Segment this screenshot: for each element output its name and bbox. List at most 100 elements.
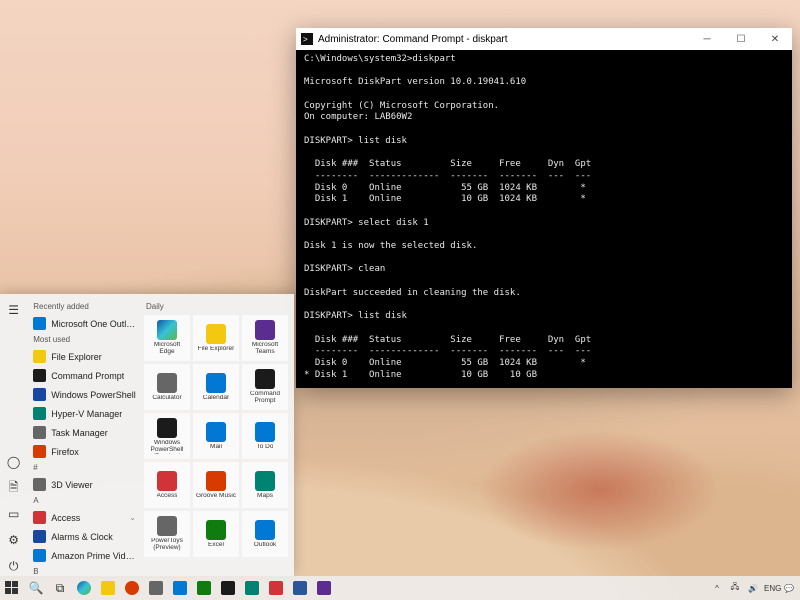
tile-label: PowerToys (Preview) bbox=[146, 538, 188, 552]
rail-power-icon[interactable]: ⏻ bbox=[4, 556, 24, 576]
app-list-item[interactable]: Microsoft One Outlook bbox=[29, 314, 140, 333]
tile-icon bbox=[255, 320, 275, 340]
start-tile[interactable]: Groove Music bbox=[193, 462, 239, 508]
app-label: Firefox bbox=[51, 447, 79, 457]
app-icon bbox=[173, 581, 187, 595]
maximize-button[interactable]: ☐ bbox=[724, 28, 758, 50]
tile-label: Access bbox=[157, 493, 178, 500]
start-tile[interactable]: Maps bbox=[242, 462, 288, 508]
taskbar-taskview-button[interactable]: ⧉ bbox=[48, 576, 72, 600]
app-list-item[interactable]: Firefox bbox=[29, 442, 140, 461]
app-list-item[interactable]: Hyper-V Manager bbox=[29, 404, 140, 423]
app-icon bbox=[293, 581, 307, 595]
app-icon bbox=[33, 478, 46, 491]
taskview-icon: ⧉ bbox=[53, 581, 67, 595]
app-icon bbox=[33, 445, 46, 458]
start-app-list[interactable]: Recently added Microsoft One Outlook Mos… bbox=[27, 294, 142, 576]
app-icon bbox=[245, 581, 259, 595]
system-tray[interactable]: ^ 🖧 🔊 ENG 💬 bbox=[710, 581, 800, 595]
app-icon bbox=[33, 530, 46, 543]
alpha-header[interactable]: # bbox=[29, 461, 140, 475]
tray-language[interactable]: ENG bbox=[764, 584, 778, 593]
tile-label: Calculator bbox=[152, 395, 181, 402]
tile-label: Outlook bbox=[254, 542, 276, 549]
taskbar-app-3[interactable] bbox=[192, 576, 216, 600]
tile-label: Microsoft Teams bbox=[244, 342, 286, 356]
taskbar-app-1[interactable] bbox=[144, 576, 168, 600]
app-list-item[interactable]: File Explorer bbox=[29, 347, 140, 366]
app-list-item[interactable]: Task Manager bbox=[29, 423, 140, 442]
taskbar-app-5[interactable] bbox=[240, 576, 264, 600]
taskbar-app-7[interactable] bbox=[288, 576, 312, 600]
start-tile[interactable]: PowerToys (Preview) bbox=[144, 511, 190, 557]
app-label: Command Prompt bbox=[51, 371, 124, 381]
start-tile[interactable]: Calendar bbox=[193, 364, 239, 410]
rail-user-icon[interactable]: ◯ bbox=[4, 452, 24, 472]
taskbar-edge[interactable] bbox=[72, 576, 96, 600]
app-icon bbox=[221, 581, 235, 595]
tray-network-icon[interactable]: 🖧 bbox=[728, 581, 742, 595]
app-icon bbox=[33, 549, 46, 562]
app-label: Task Manager bbox=[51, 428, 108, 438]
app-label: 3D Viewer bbox=[51, 480, 92, 490]
chevron-down-icon: ⌄ bbox=[129, 513, 136, 522]
app-list-item[interactable]: Windows PowerShell bbox=[29, 385, 140, 404]
alpha-header[interactable]: A bbox=[29, 494, 140, 508]
tray-chevron-icon[interactable]: ^ bbox=[710, 584, 724, 593]
tile-icon bbox=[206, 373, 226, 393]
start-tile[interactable]: Outlook bbox=[242, 511, 288, 557]
close-button[interactable]: ✕ bbox=[758, 28, 792, 50]
cmd-output[interactable]: C:\Windows\system32>diskpart Microsoft D… bbox=[296, 50, 792, 388]
tile-icon bbox=[206, 471, 226, 491]
most-used-header: Most used bbox=[29, 333, 140, 347]
app-icon bbox=[33, 388, 46, 401]
start-tile[interactable]: Calculator bbox=[144, 364, 190, 410]
rail-settings-icon[interactable]: ⚙ bbox=[4, 530, 24, 550]
taskbar-search-button[interactable]: 🔍 bbox=[24, 576, 48, 600]
cmd-titlebar[interactable]: > Administrator: Command Prompt - diskpa… bbox=[296, 28, 792, 50]
tile-icon bbox=[157, 418, 177, 438]
tile-label: Groove Music bbox=[196, 493, 236, 500]
start-tile[interactable]: Microsoft Edge bbox=[144, 315, 190, 361]
taskbar-app-4[interactable] bbox=[216, 576, 240, 600]
tray-volume-icon[interactable]: 🔊 bbox=[746, 584, 760, 593]
app-icon bbox=[33, 350, 46, 363]
edge-icon bbox=[77, 581, 91, 595]
start-button[interactable] bbox=[0, 576, 24, 600]
start-tiles: Daily Microsoft EdgeFile ExplorerMicroso… bbox=[142, 294, 294, 576]
start-rail: ☰ ◯ 🗎 ▭ ⚙ ⏻ bbox=[0, 294, 27, 576]
app-list-item[interactable]: 3D Viewer bbox=[29, 475, 140, 494]
taskbar-app-6[interactable] bbox=[264, 576, 288, 600]
rail-documents-icon[interactable]: 🗎 bbox=[4, 478, 24, 498]
cmd-icon: > bbox=[300, 32, 314, 46]
taskbar-app-8[interactable] bbox=[312, 576, 336, 600]
rail-expand-button[interactable]: ☰ bbox=[4, 300, 24, 320]
tile-label: Microsoft Edge bbox=[146, 342, 188, 356]
taskbar-firefox[interactable] bbox=[120, 576, 144, 600]
app-list-item[interactable]: Alarms & Clock bbox=[29, 527, 140, 546]
start-tile[interactable]: Microsoft Teams bbox=[242, 315, 288, 361]
start-tile[interactable]: Access bbox=[144, 462, 190, 508]
recent-header: Recently added bbox=[29, 300, 140, 314]
app-list-item[interactable]: Amazon Prime Video for Windows bbox=[29, 546, 140, 565]
start-tile[interactable]: Windows PowerShell (Preview) bbox=[144, 413, 190, 459]
tray-notifications-icon[interactable]: 💬 bbox=[782, 584, 796, 593]
minimize-button[interactable]: ─ bbox=[690, 28, 724, 50]
start-tile[interactable]: To Do bbox=[242, 413, 288, 459]
tile-icon bbox=[206, 520, 226, 540]
rail-pictures-icon[interactable]: ▭ bbox=[4, 504, 24, 524]
start-tile[interactable]: Excel bbox=[193, 511, 239, 557]
app-list-item[interactable]: Access⌄ bbox=[29, 508, 140, 527]
command-prompt-window: > Administrator: Command Prompt - diskpa… bbox=[296, 28, 792, 388]
tile-icon bbox=[206, 324, 226, 344]
taskbar-explorer[interactable] bbox=[96, 576, 120, 600]
firefox-icon bbox=[125, 581, 139, 595]
start-tile[interactable]: Mail bbox=[193, 413, 239, 459]
start-tile[interactable]: File Explorer bbox=[193, 315, 239, 361]
app-list-item[interactable]: Command Prompt bbox=[29, 366, 140, 385]
app-label: File Explorer bbox=[51, 352, 102, 362]
alpha-header[interactable]: B bbox=[29, 565, 140, 576]
start-tile[interactable]: Command Prompt bbox=[242, 364, 288, 410]
folder-icon bbox=[101, 581, 115, 595]
taskbar-app-2[interactable] bbox=[168, 576, 192, 600]
